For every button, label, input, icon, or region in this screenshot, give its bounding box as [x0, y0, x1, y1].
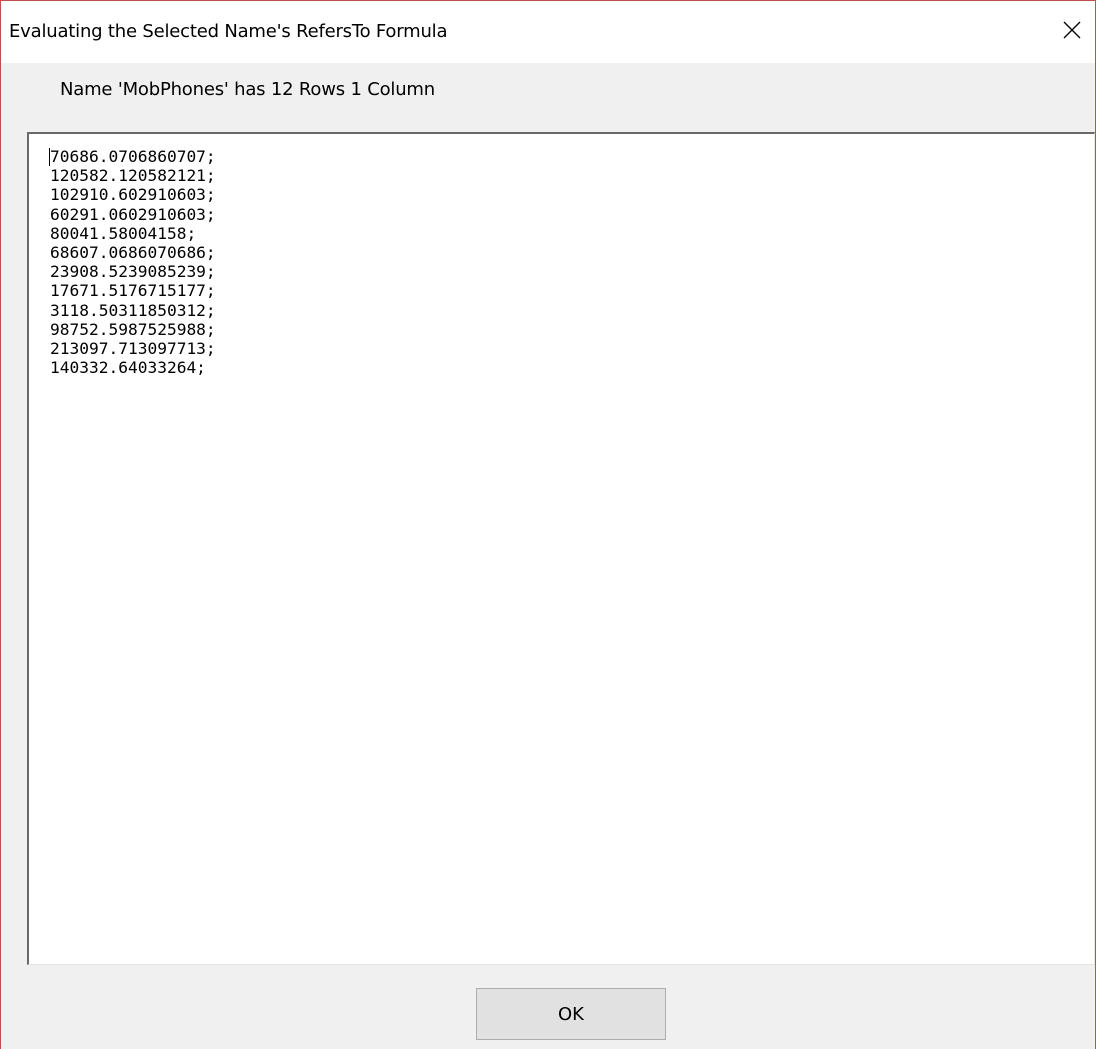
value-line: 60291.0602910603; — [50, 204, 216, 224]
value-line: 120582.120582121; — [50, 166, 216, 186]
close-button[interactable] — [1049, 1, 1095, 63]
value-line: 70686.0706860707; — [50, 147, 216, 166]
value-line: 98752.5987525988; — [50, 319, 216, 339]
close-icon — [1063, 21, 1081, 43]
value-line: 23908.5239085239; — [50, 262, 216, 282]
name-summary-label: Name 'MobPhones' has 12 Rows 1 Column — [60, 79, 435, 100]
value-line: 140332.64033264; — [50, 358, 206, 378]
value-line: 68607.0686070686; — [50, 242, 216, 262]
value-line: 80041.58004158; — [50, 223, 197, 243]
title-bar: Evaluating the Selected Name's RefersTo … — [1, 1, 1095, 63]
value-line: 3118.50311850312; — [50, 300, 216, 320]
values-list: 70686.0706860707; 120582.120582121; 1029… — [50, 147, 216, 377]
value-line: 17671.5176715177; — [50, 281, 216, 301]
ok-button[interactable]: OK — [476, 988, 666, 1040]
dialog-window: Evaluating the Selected Name's RefersTo … — [0, 0, 1096, 1049]
value-line: 102910.602910603; — [50, 185, 216, 205]
value-line: 213097.713097713; — [50, 338, 216, 358]
window-title: Evaluating the Selected Name's RefersTo … — [9, 21, 448, 42]
values-textbox[interactable]: 70686.0706860707; 120582.120582121; 1029… — [27, 132, 1095, 965]
